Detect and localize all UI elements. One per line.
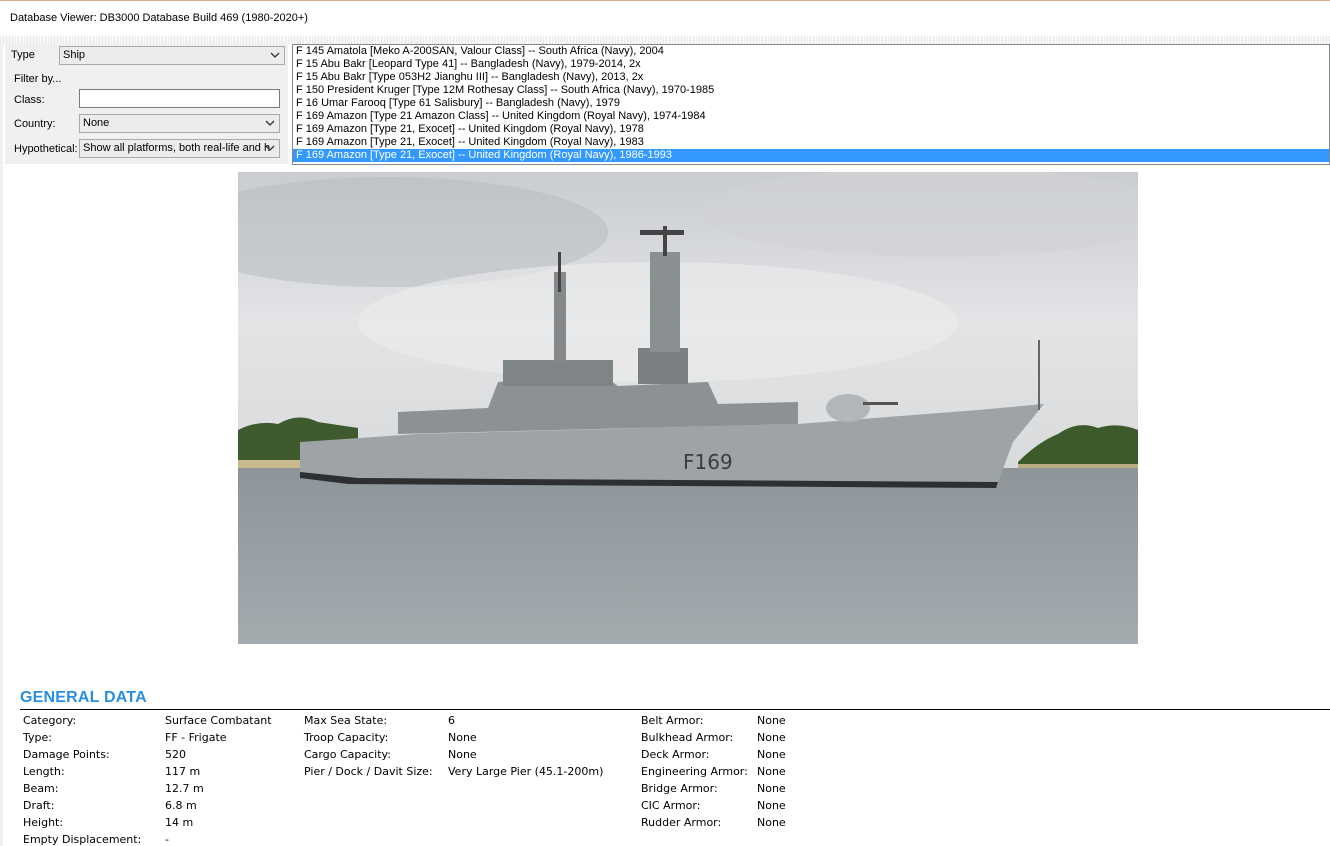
cargo-capacity-label: Cargo Capacity:	[304, 748, 391, 761]
ship-photo-illustration: F169	[238, 172, 1138, 644]
length-value: 117 m	[165, 765, 201, 778]
rudder-armor-label: Rudder Armor:	[641, 816, 722, 829]
deck-armor-label: Deck Armor:	[641, 748, 710, 761]
bridge-armor-label: Bridge Armor:	[641, 782, 718, 795]
height-value: 14 m	[165, 816, 194, 829]
list-item[interactable]: F 15 Abu Bakr [Leopard Type 41] -- Bangl…	[293, 58, 1329, 71]
pier-dock-davit-value: Very Large Pier (45.1-200m)	[448, 765, 604, 778]
troop-capacity-label: Troop Capacity:	[304, 731, 389, 744]
bulkhead-armor-value: None	[757, 731, 786, 744]
section-divider	[20, 709, 1330, 710]
class-input[interactable]	[79, 89, 280, 108]
list-item[interactable]: F 169 Amazon [Type 21 Amazon Class] -- U…	[293, 110, 1329, 123]
class-label: Class:	[14, 94, 45, 106]
type-label-data: Type:	[23, 731, 52, 744]
height-label: Height:	[23, 816, 64, 829]
bridge-armor-value: None	[757, 782, 786, 795]
beam-value: 12.7 m	[165, 782, 204, 795]
engineering-armor-value: None	[757, 765, 786, 778]
filter-panel: Type Ship Filter by... Class: Country: N…	[5, 44, 288, 164]
belt-armor-value: None	[757, 714, 786, 727]
type-dropdown-value: Ship	[63, 49, 86, 61]
type-label: Type	[11, 49, 35, 61]
type-dropdown[interactable]: Ship	[59, 46, 285, 65]
country-dropdown-value: None	[83, 117, 110, 129]
max-sea-state-label: Max Sea State:	[304, 714, 388, 727]
list-item[interactable]: F 15 Abu Bakr [Type 053H2 Jianghu III] -…	[293, 71, 1329, 84]
draft-value: 6.8 m	[165, 799, 197, 812]
rudder-armor-value: None	[757, 816, 786, 829]
empty-displacement-value: -	[165, 833, 169, 846]
platform-photo: F169	[238, 172, 1138, 644]
type-value-data: FF - Frigate	[165, 731, 227, 744]
length-label: Length:	[23, 765, 65, 778]
list-item[interactable]: F 16 Umar Farooq [Type 61 Salisbury] -- …	[293, 97, 1329, 110]
damage-points-value: 520	[165, 748, 186, 761]
hypothetical-label: Hypothetical:	[14, 143, 78, 155]
country-dropdown[interactable]: None	[79, 114, 280, 133]
belt-armor-label: Belt Armor:	[641, 714, 704, 727]
draft-label: Draft:	[23, 799, 55, 812]
engineering-armor-label: Engineering Armor:	[641, 765, 748, 778]
chevron-down-icon	[265, 120, 275, 126]
beam-label: Beam:	[23, 782, 59, 795]
empty-displacement-label: Empty Displacement:	[23, 833, 142, 846]
list-item-selected[interactable]: F 169 Amazon [Type 21, Exocet] -- United…	[293, 149, 1329, 162]
country-label: Country:	[14, 118, 56, 130]
cic-armor-value: None	[757, 799, 786, 812]
list-item[interactable]: F 150 President Kruger [Type 12M Rothesa…	[293, 84, 1329, 97]
chevron-down-icon	[270, 52, 280, 58]
filter-by-label: Filter by...	[14, 73, 62, 85]
window-titlebar: Database Viewer: DB3000 Database Build 4…	[0, 0, 1330, 36]
max-sea-state-value: 6	[448, 714, 455, 727]
hull-number: F169	[683, 450, 733, 474]
left-edge	[0, 44, 3, 846]
pier-dock-davit-label: Pier / Dock / Davit Size:	[304, 765, 433, 778]
hypothetical-dropdown[interactable]: Show all platforms, both real-life and h	[79, 139, 280, 158]
bulkhead-armor-label: Bulkhead Armor:	[641, 731, 734, 744]
platform-listbox[interactable]: F 145 Amatola [Meko A-200SAN, Valour Cla…	[292, 44, 1330, 165]
list-item[interactable]: F 169 Amazon [Type 21, Exocet] -- United…	[293, 136, 1329, 149]
category-label: Category:	[23, 714, 77, 727]
category-value: Surface Combatant	[165, 714, 272, 727]
damage-points-label: Damage Points:	[23, 748, 110, 761]
general-data-heading: GENERAL DATA	[20, 689, 147, 706]
list-item[interactable]: F 169 Amazon [Type 21, Exocet] -- United…	[293, 123, 1329, 136]
list-item[interactable]: F 145 Amatola [Meko A-200SAN, Valour Cla…	[293, 45, 1329, 58]
deck-armor-value: None	[757, 748, 786, 761]
hypothetical-dropdown-value: Show all platforms, both real-life and h	[83, 142, 271, 154]
window-title: Database Viewer: DB3000 Database Build 4…	[10, 12, 308, 24]
cargo-capacity-value: None	[448, 748, 477, 761]
toolbar-separator	[0, 36, 1330, 44]
cic-armor-label: CIC Armor:	[641, 799, 701, 812]
troop-capacity-value: None	[448, 731, 477, 744]
chevron-down-icon	[265, 145, 275, 151]
